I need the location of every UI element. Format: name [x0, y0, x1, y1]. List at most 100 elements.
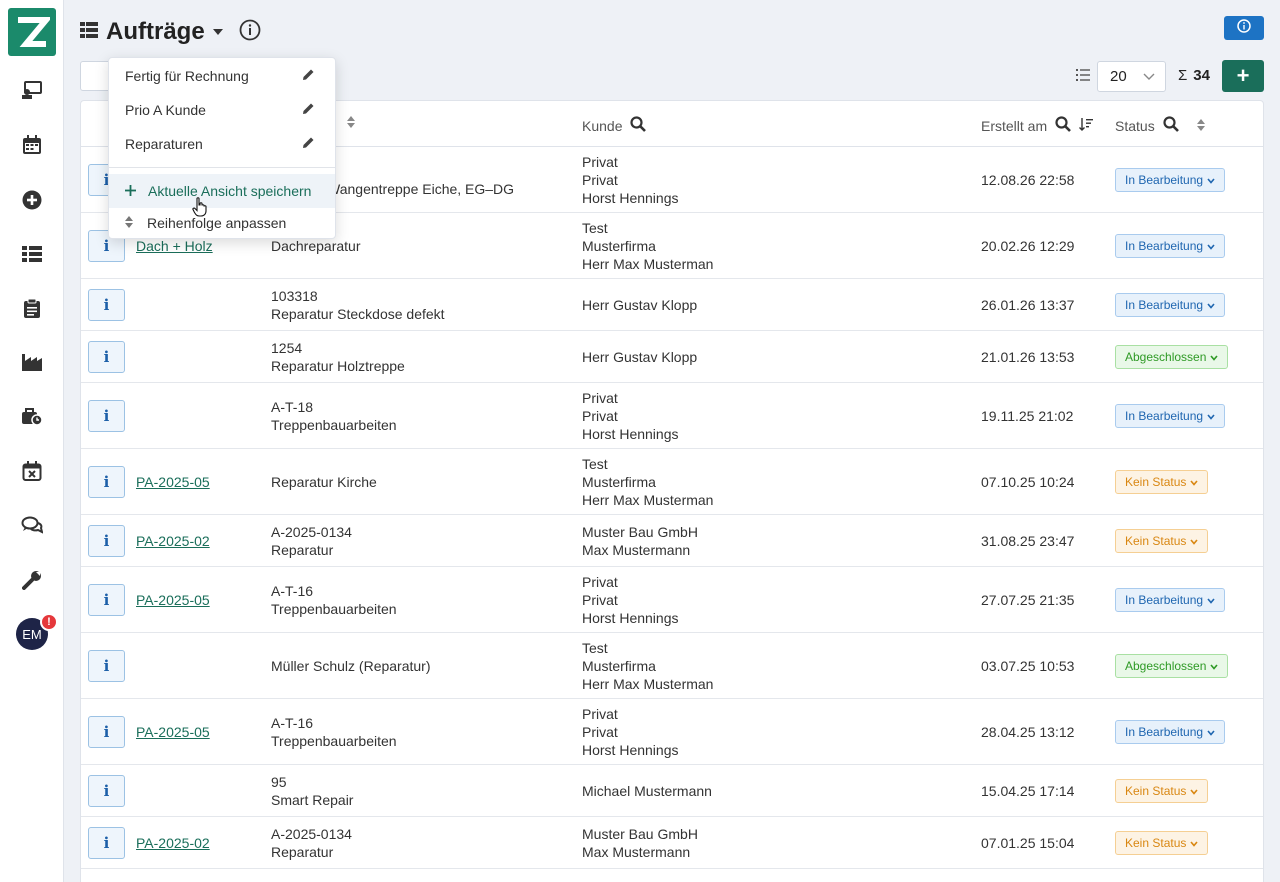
order-description: Reparatur	[271, 541, 334, 558]
table-row[interactable]: i 1254 Reparatur Holztreppe Herr Gustav Klo…	[81, 331, 1263, 383]
sort-icon[interactable]	[347, 116, 355, 128]
search-icon[interactable]	[1055, 116, 1072, 135]
table-row[interactable]: i 95 Smart Repair Michael Mustermann 15.04.2…	[81, 765, 1263, 817]
order-number: 1254	[271, 339, 303, 356]
status-badge[interactable]: Kein Status	[1115, 831, 1209, 855]
reorder-views-button[interactable]: Reihenfolge anpassen	[109, 206, 335, 240]
order-reference-link[interactable]: PA-2025-02	[136, 834, 210, 852]
save-view-button[interactable]: Aktuelle Ansicht speichern	[109, 174, 335, 208]
order-reference-link[interactable]: PA-2025-05	[136, 473, 210, 491]
calendar-icon[interactable]	[18, 131, 46, 159]
status-badge[interactable]: In Bearbeitung	[1115, 720, 1226, 744]
list-icon[interactable]	[18, 240, 46, 268]
table-row[interactable]: i PA-2025-05 A-T-16 Treppenbauarbeiten Priva…	[81, 567, 1263, 633]
per-page-select[interactable]: 20	[1097, 61, 1166, 92]
caret-down-icon[interactable]	[212, 23, 223, 41]
info-button[interactable]: i	[88, 400, 125, 432]
customer-line: Herr Gustav Klopp	[582, 296, 698, 313]
order-reference-link[interactable]: PA-2025-05	[136, 591, 210, 609]
customer-line: Privat	[582, 573, 618, 590]
pencil-icon[interactable]	[302, 102, 315, 118]
toolbox-clock-icon[interactable]	[18, 403, 46, 431]
pencil-icon[interactable]	[302, 68, 315, 84]
info-button[interactable]: i	[88, 289, 125, 321]
status-badge[interactable]: Kein Status	[1115, 529, 1209, 553]
created-date: 21.01.26 13:53	[981, 348, 1075, 365]
table-row[interactable]: i Müller Schulz (Reparatur) Test Musterfirm…	[81, 633, 1263, 699]
per-page-value: 20	[1110, 68, 1127, 85]
status-badge[interactable]: In Bearbeitung	[1115, 168, 1226, 192]
customer-line: Horst Hennings	[582, 425, 679, 442]
column-status[interactable]: Status	[1115, 116, 1205, 135]
customer-line: Herr Gustav Klopp	[582, 348, 698, 365]
status-badge[interactable]: Abgeschlossen	[1115, 654, 1229, 678]
table-row[interactable]: Privat	[81, 869, 1263, 882]
view-item-label: Prio A Kunde	[125, 102, 206, 118]
table-row[interactable]: i PA-2025-05 A-T-16 Treppenbauarbeiten Priva…	[81, 699, 1263, 765]
created-date: 15.04.25 17:14	[981, 782, 1075, 799]
order-reference-link[interactable]: PA-2025-05	[136, 723, 210, 741]
created-date: 07.01.25 15:04	[981, 834, 1075, 851]
order-title: A-T-16 Treppenbauarbeiten	[271, 567, 397, 632]
info-icon	[1237, 18, 1251, 38]
view-item[interactable]: Reparaturen	[109, 127, 335, 161]
created-date: 12.08.26 22:58	[981, 171, 1075, 188]
view-item-label: Reparaturen	[125, 136, 203, 152]
info-circle-icon[interactable]	[239, 19, 261, 46]
view-item[interactable]: Prio A Kunde	[109, 93, 335, 127]
info-button[interactable]: i	[88, 716, 125, 748]
add-order-button[interactable]: +	[1222, 60, 1264, 92]
search-icon[interactable]	[1163, 116, 1179, 135]
chevron-down-icon	[1207, 409, 1215, 423]
info-button[interactable]: i	[88, 827, 125, 859]
order-number: 103318	[271, 287, 318, 304]
status-badge[interactable]: In Bearbeitung	[1115, 588, 1226, 612]
page-title[interactable]: Aufträge	[106, 18, 205, 46]
table-row[interactable]: i PA-2025-02 A-2025-0134 Reparatur Muster Ba…	[81, 817, 1263, 869]
customer-line: Musterfirma	[582, 657, 656, 674]
help-info-button[interactable]	[1224, 16, 1264, 40]
table-row[interactable]: i 103318 Reparatur Steckdose defekt Herr Gu…	[81, 279, 1263, 331]
app-logo[interactable]	[8, 8, 56, 56]
industry-icon[interactable]	[18, 348, 46, 376]
status-label: Abgeschlossen	[1125, 659, 1207, 673]
info-button[interactable]: i	[88, 466, 125, 498]
calendar-x-icon[interactable]	[18, 457, 46, 485]
chevron-down-icon	[1207, 593, 1215, 607]
column-kunde[interactable]: Kunde	[582, 116, 647, 135]
status-badge[interactable]: In Bearbeitung	[1115, 234, 1226, 258]
column-erstellt[interactable]: Erstellt am	[981, 116, 1094, 135]
info-button[interactable]: i	[88, 525, 125, 557]
chat-icon[interactable]	[18, 511, 46, 539]
status-label: Abgeschlossen	[1125, 350, 1207, 364]
list-view-icon	[80, 21, 98, 43]
status-badge[interactable]: Kein Status	[1115, 779, 1209, 803]
info-button[interactable]: i	[88, 341, 125, 373]
info-button[interactable]: i	[88, 775, 125, 807]
sort-icon[interactable]	[1196, 118, 1205, 134]
info-button[interactable]: i	[88, 584, 125, 616]
status-label: In Bearbeitung	[1125, 173, 1204, 187]
wrench-icon[interactable]	[18, 566, 46, 594]
status-badge[interactable]: Kein Status	[1115, 470, 1209, 494]
pencil-icon[interactable]	[302, 136, 315, 152]
order-description: Treppenbauarbeiten	[271, 732, 397, 749]
add-circle-icon[interactable]	[18, 186, 46, 214]
table-row[interactable]: i PA-2025-05 Reparatur Kirche Test Musterfir…	[81, 449, 1263, 515]
reorder-views-label: Reihenfolge anpassen	[147, 215, 287, 231]
order-reference-link[interactable]: PA-2025-02	[136, 532, 210, 550]
status-badge[interactable]: In Bearbeitung	[1115, 404, 1226, 428]
customer-line: Musterfirma	[582, 237, 656, 254]
table-row[interactable]: i A-T-18 Treppenbauarbeiten Privat Privat Hor…	[81, 383, 1263, 449]
status-badge[interactable]: Abgeschlossen	[1115, 345, 1229, 369]
info-button[interactable]: i	[88, 650, 125, 682]
status-label: Kein Status	[1125, 784, 1187, 798]
view-item[interactable]: Fertig für Rechnung	[109, 59, 335, 93]
dashboard-icon[interactable]	[18, 76, 46, 104]
customer-line: Test	[582, 455, 608, 472]
search-icon[interactable]	[630, 116, 647, 135]
clipboard-icon[interactable]	[18, 294, 46, 322]
table-row[interactable]: i PA-2025-02 A-2025-0134 Reparatur Muster Ba…	[81, 515, 1263, 567]
sort-desc-icon[interactable]	[1079, 117, 1094, 134]
status-badge[interactable]: In Bearbeitung	[1115, 293, 1226, 317]
